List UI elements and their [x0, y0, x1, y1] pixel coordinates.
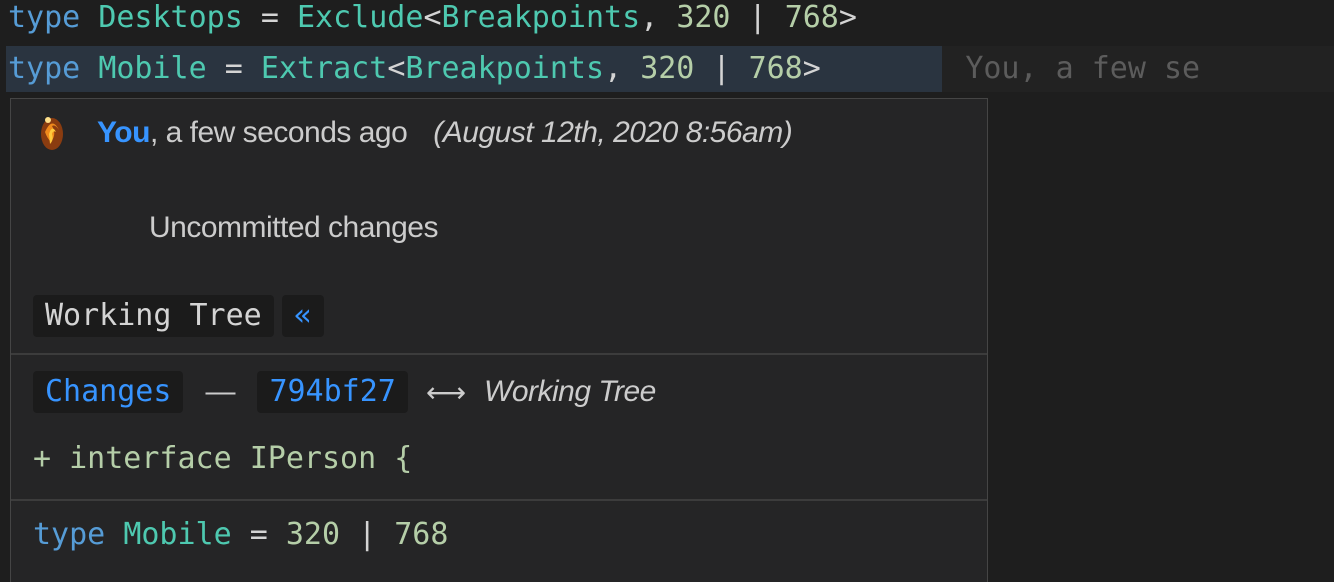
keyword: type	[8, 0, 81, 35]
comma: ,	[604, 51, 623, 86]
working-tree-chip: Working Tree	[33, 295, 274, 337]
angle-open: <	[423, 0, 442, 35]
divider	[11, 353, 987, 355]
union-pipe: |	[712, 51, 731, 86]
type-name: Mobile	[123, 517, 232, 552]
angle-close: >	[838, 0, 857, 35]
relative-time: , a few seconds ago	[149, 116, 408, 149]
angle-open: <	[387, 51, 406, 86]
compare-arrow-icon: ⟷	[425, 375, 467, 409]
diff-line: + interface IPerson {	[33, 441, 413, 476]
commit-sha-link[interactable]: 794bf27	[257, 371, 408, 413]
utility-type: Extract	[260, 51, 388, 86]
type-param: Breakpoints	[405, 51, 605, 86]
author-row: You, a few seconds ago (August 12th, 2020…	[35, 112, 793, 154]
operator: =	[224, 51, 243, 86]
operator: =	[249, 517, 268, 552]
union-pipe: |	[748, 0, 767, 35]
angle-close: >	[802, 51, 821, 86]
comma: ,	[640, 0, 659, 35]
keyword: type	[33, 517, 106, 552]
type-name: Desktops	[98, 0, 243, 35]
inline-blame-annotation[interactable]: You, a few se	[965, 51, 1200, 86]
avatar-icon	[35, 112, 69, 154]
commit-message: Uncommitted changes	[149, 211, 438, 244]
changes-row: Changes — 794bf27 ⟷ Working Tree	[33, 371, 656, 413]
author-link[interactable]: You	[97, 116, 150, 150]
type-name: Mobile	[98, 51, 207, 86]
operator: =	[260, 0, 279, 35]
number-literal: 320	[640, 51, 695, 86]
union-pipe: |	[358, 517, 377, 552]
commit-date: (August 12th, 2020 8:56am)	[433, 116, 793, 149]
number-literal: 320	[676, 0, 731, 35]
type-definition: type Mobile = 320 | 768	[33, 517, 448, 552]
working-tree-row: Working Tree «	[33, 295, 324, 337]
divider	[11, 499, 987, 501]
number-literal: 768	[748, 51, 803, 86]
compare-target: Working Tree	[484, 375, 656, 408]
number-literal: 768	[394, 517, 449, 552]
number-literal: 320	[285, 517, 341, 552]
blame-hover-popup: You, a few seconds ago (August 12th, 2020…	[10, 98, 988, 582]
changes-link[interactable]: Changes	[33, 371, 184, 413]
utility-type: Exclude	[297, 0, 424, 35]
number-literal: 768	[784, 0, 839, 35]
open-changes-icon[interactable]: «	[281, 295, 324, 337]
type-param: Breakpoints	[441, 0, 641, 35]
code-line-2[interactable]: type Mobile = Extract<Breakpoints, 320 |…	[0, 46, 1200, 92]
dash-separator: —	[205, 375, 236, 408]
keyword: type	[8, 51, 81, 86]
code-line-1[interactable]: type Desktops = Exclude<Breakpoints, 320…	[0, 0, 857, 38]
